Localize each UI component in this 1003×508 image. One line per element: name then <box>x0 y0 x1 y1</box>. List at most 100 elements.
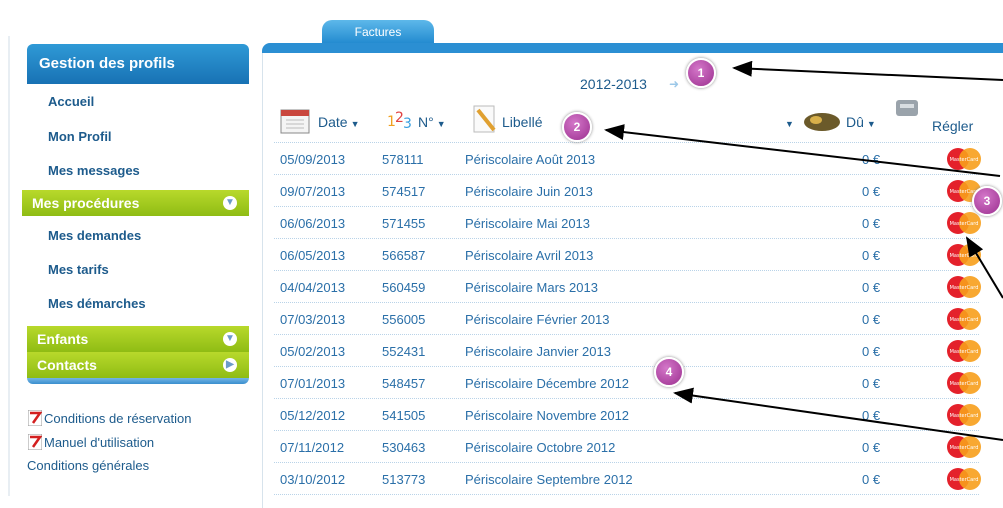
doc-link-label: Conditions de réservation <box>44 411 192 426</box>
panel-header-bar <box>262 43 1003 53</box>
column-header-label: Libellé <box>502 114 543 130</box>
tab-factures[interactable]: Factures <box>322 20 434 44</box>
sidebar-header-profils[interactable]: Gestion des profils <box>27 44 249 84</box>
caret-down-icon: ▼ <box>350 119 360 129</box>
cell-num: 566587 <box>382 248 426 263</box>
section-label: Mes procédures <box>32 195 140 211</box>
cell-date: 05/02/2013 <box>280 344 346 359</box>
doc-link-label: Manuel d'utilisation <box>44 435 155 450</box>
cell-date: 04/04/2013 <box>280 280 346 295</box>
pdf-icon <box>28 410 42 426</box>
caret-down-icon[interactable]: ▼ <box>782 114 794 130</box>
cell-date: 07/03/2013 <box>280 312 346 327</box>
cell-num: 513773 <box>382 472 426 487</box>
section-label: Contacts <box>37 357 97 373</box>
sidebar-item-mes-demandes[interactable]: Mes demandes <box>48 228 141 243</box>
mastercard-icon[interactable]: MasterCard <box>944 210 984 236</box>
card-machine-icon <box>896 100 918 116</box>
sidebar-section-contacts[interactable]: Contacts ▶ <box>27 352 249 378</box>
caret-down-icon: ▼ <box>866 119 876 129</box>
mastercard-icon[interactable]: MasterCard <box>944 338 984 364</box>
mastercard-icon[interactable]: MasterCard <box>944 146 984 172</box>
svg-text:MasterCard: MasterCard <box>950 317 979 323</box>
cell-num: 541505 <box>382 408 426 423</box>
cell-du: 0 € <box>862 472 881 487</box>
cell-libelle: Périscolaire Février 2013 <box>465 312 610 327</box>
table-row: 05/09/2013 578111 Périscolaire Août 2013… <box>274 143 981 175</box>
doc-link-conditions-generales[interactable]: Conditions générales <box>27 458 149 473</box>
cell-libelle: Périscolaire Août 2013 <box>465 152 596 167</box>
cell-libelle: Périscolaire Novembre 2012 <box>465 408 630 423</box>
mastercard-icon[interactable]: MasterCard <box>944 306 984 332</box>
cell-date: 06/05/2013 <box>280 248 346 263</box>
cell-libelle: Périscolaire Avril 2013 <box>465 248 594 263</box>
column-header-label: Dû <box>846 114 864 130</box>
cell-du: 0 € <box>862 216 881 231</box>
chevron-right-icon: ▶ <box>223 358 237 372</box>
mastercard-icon[interactable]: MasterCard <box>944 434 984 460</box>
table-row: 07/11/2012 530463 Périscolaire Octobre 2… <box>274 431 981 463</box>
svg-text:MasterCard: MasterCard <box>950 157 979 163</box>
cell-du: 0 € <box>862 248 881 263</box>
column-header-date[interactable]: Date ▼ <box>318 114 360 130</box>
mastercard-icon[interactable]: MasterCard <box>944 242 984 268</box>
table-row: 05/02/2013 552431 Périscolaire Janvier 2… <box>274 335 981 367</box>
doc-link-conditions-reservation[interactable]: Conditions de réservation <box>28 410 191 426</box>
chevron-down-icon: ▼ <box>223 332 237 346</box>
cell-num: 560459 <box>382 280 426 295</box>
cell-du: 0 € <box>862 184 881 199</box>
svg-text:MasterCard: MasterCard <box>950 381 979 387</box>
mastercard-icon[interactable]: MasterCard <box>944 466 984 492</box>
year-selector[interactable]: 2012-2013 <box>580 76 647 92</box>
doc-link-manuel[interactable]: Manuel d'utilisation <box>28 434 154 450</box>
caret-down-icon: ▼ <box>436 119 446 129</box>
table-row: 04/04/2013 560459 Périscolaire Mars 2013… <box>274 271 981 303</box>
cell-du: 0 € <box>862 344 881 359</box>
cell-libelle: Périscolaire Juin 2013 <box>465 184 593 199</box>
column-header-label: Date <box>318 114 348 130</box>
sidebar-section-enfants[interactable]: Enfants ▼ <box>27 326 249 352</box>
cell-du: 0 € <box>862 152 881 167</box>
annotation-badge-4: 4 <box>654 357 684 387</box>
mastercard-icon[interactable]: MasterCard <box>944 274 984 300</box>
sidebar-section-procedures[interactable]: Mes procédures ▼ <box>22 190 249 216</box>
column-header-du[interactable]: Dû ▼ <box>846 114 876 130</box>
cell-date: 05/09/2013 <box>280 152 346 167</box>
svg-text:3: 3 <box>403 116 412 132</box>
annotation-badge-2: 2 <box>562 112 592 142</box>
column-header-label: N° <box>418 114 434 130</box>
cell-libelle: Périscolaire Décembre 2012 <box>465 376 630 391</box>
cell-libelle: Périscolaire Janvier 2013 <box>465 344 611 359</box>
sidebar-item-mes-tarifs[interactable]: Mes tarifs <box>48 262 109 277</box>
table-row: 05/12/2012 541505 Périscolaire Novembre … <box>274 399 981 431</box>
cell-num: 571455 <box>382 216 426 231</box>
section-label: Enfants <box>37 331 89 347</box>
money-bag-icon <box>804 113 840 131</box>
annotation-badge-1: 1 <box>686 58 716 88</box>
cell-du: 0 € <box>862 280 881 295</box>
divider <box>27 378 249 384</box>
mastercard-icon[interactable]: MasterCard <box>944 370 984 396</box>
arrow-right-icon[interactable]: ➜ <box>669 77 679 91</box>
cell-libelle: Périscolaire Octobre 2012 <box>465 440 616 455</box>
sidebar-item-mon-profil[interactable]: Mon Profil <box>48 129 112 144</box>
cell-date: 06/06/2013 <box>280 216 346 231</box>
cell-num: 578111 <box>382 152 424 167</box>
cell-num: 574517 <box>382 184 426 199</box>
svg-text:MasterCard: MasterCard <box>950 477 979 483</box>
pencil-icon <box>473 105 496 133</box>
column-header-num[interactable]: N° ▼ <box>418 114 446 130</box>
sidebar-item-accueil[interactable]: Accueil <box>48 94 94 109</box>
svg-text:MasterCard: MasterCard <box>950 253 979 259</box>
cell-libelle: Périscolaire Septembre 2012 <box>465 472 633 487</box>
column-header-libelle[interactable]: Libellé <box>502 114 542 130</box>
cell-date: 07/11/2012 <box>280 440 345 455</box>
table-row: 03/10/2012 513773 Périscolaire Septembre… <box>274 463 981 495</box>
sidebar-item-mes-messages[interactable]: Mes messages <box>48 163 140 178</box>
mastercard-icon[interactable]: MasterCard <box>944 402 984 428</box>
sidebar: Gestion des profils Accueil Mon Profil M… <box>0 0 250 508</box>
cell-du: 0 € <box>862 376 881 391</box>
cell-libelle: Périscolaire Mai 2013 <box>465 216 591 231</box>
sidebar-item-mes-demarches[interactable]: Mes démarches <box>48 296 146 311</box>
pdf-icon <box>28 434 42 450</box>
